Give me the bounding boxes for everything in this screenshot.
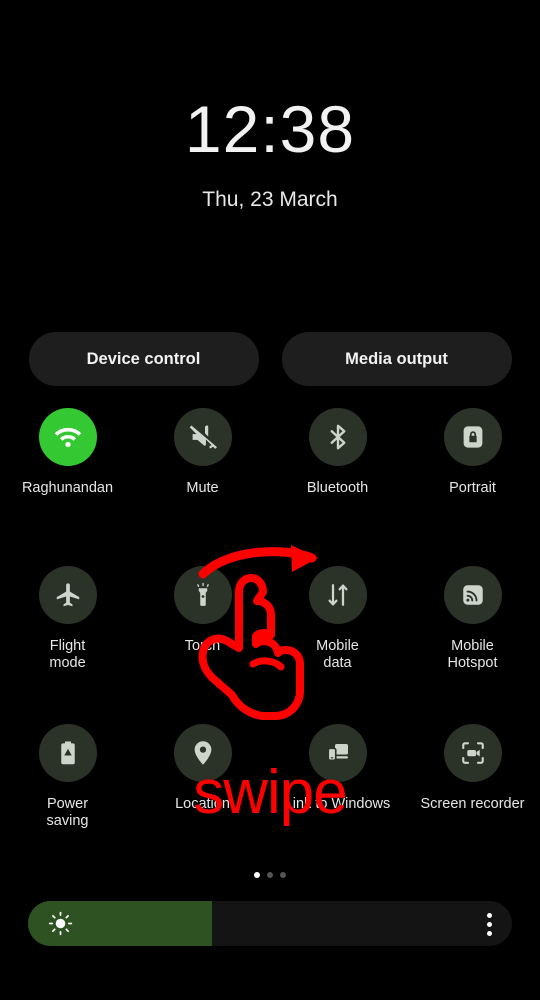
- battery-saver-icon: [38, 724, 97, 782]
- wifi-icon: [38, 408, 97, 466]
- tile-label: Screen recorder: [420, 796, 525, 812]
- tile-power-saving[interactable]: Power saving: [0, 724, 135, 882]
- page-indicator: [0, 872, 540, 878]
- quick-settings-panel: 12:38 Thu, 23 March Device control Media…: [0, 0, 540, 1000]
- tile-wifi[interactable]: Raghunandan: [0, 408, 135, 566]
- tile-location[interactable]: Location: [135, 724, 270, 882]
- tile-mute[interactable]: Mute: [135, 408, 270, 566]
- tile-label: Flight mode: [49, 638, 86, 671]
- tile-grid: Raghunandan Mute Bluetooth Portrait Flig…: [0, 408, 540, 882]
- media-output-button[interactable]: Media output: [281, 332, 512, 386]
- tile-row: Raghunandan Mute Bluetooth Portrait: [0, 408, 540, 566]
- tile-flight-mode[interactable]: Flight mode: [0, 566, 135, 724]
- mobile-data-icon: [308, 566, 367, 624]
- tile-label: Torch: [184, 638, 221, 654]
- screen-recorder-icon: [443, 724, 502, 782]
- tile-label: Mobile data: [316, 638, 359, 671]
- flashlight-icon: [173, 566, 232, 624]
- tile-portrait[interactable]: Portrait: [405, 408, 540, 566]
- tile-row: Flight mode Torch Mobile data Mobile Hot…: [0, 566, 540, 724]
- mute-icon: [173, 408, 232, 466]
- tile-label: Bluetooth: [306, 480, 369, 496]
- tile-label: Power saving: [46, 796, 89, 829]
- clock-time: 12:38: [184, 92, 356, 166]
- tile-screen-recorder[interactable]: Screen recorder: [405, 724, 540, 882]
- rotation-lock-icon: [443, 408, 502, 466]
- tile-mobile-data[interactable]: Mobile data: [270, 566, 405, 724]
- tile-label: Raghunandan: [21, 480, 114, 496]
- brightness-sun-icon: [48, 911, 73, 936]
- tile-mobile-hotspot[interactable]: Mobile Hotspot: [405, 566, 540, 724]
- page-dot-1[interactable]: [254, 872, 260, 878]
- airplane-icon: [38, 566, 97, 624]
- hotspot-icon: [443, 566, 502, 624]
- clock-date: Thu, 23 March: [202, 188, 338, 211]
- tile-label: Location: [175, 796, 230, 812]
- location-pin-icon: [173, 724, 232, 782]
- quick-action-buttons: Device control Media output: [0, 332, 540, 386]
- device-control-button[interactable]: Device control: [28, 332, 259, 386]
- tile-torch[interactable]: Torch: [135, 566, 270, 724]
- tile-row: Power saving Location Link to Windows Sc…: [0, 724, 540, 882]
- clock-area: 12:38 Thu, 23 March: [0, 0, 540, 212]
- tile-label: Mobile Hotspot: [447, 638, 498, 671]
- page-dot-3[interactable]: [280, 872, 286, 878]
- link-to-windows-icon: [308, 724, 367, 782]
- overflow-menu-icon[interactable]: [487, 913, 492, 936]
- tile-label: Portrait: [449, 480, 496, 496]
- brightness-slider[interactable]: [28, 901, 512, 946]
- page-dot-2[interactable]: [267, 872, 273, 878]
- bluetooth-icon: [308, 408, 367, 466]
- tile-bluetooth[interactable]: Bluetooth: [270, 408, 405, 566]
- tile-label: Mute: [186, 480, 219, 496]
- tile-link-to-windows[interactable]: Link to Windows: [270, 724, 405, 882]
- tile-label: Link to Windows: [284, 796, 391, 812]
